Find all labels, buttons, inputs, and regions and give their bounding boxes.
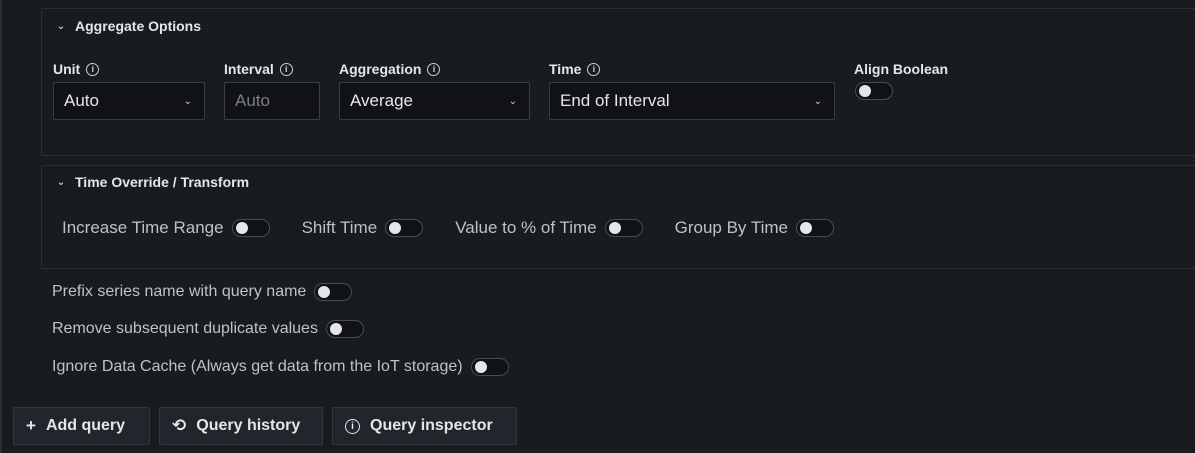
aggregation-select[interactable]: Average ⌄ — [339, 82, 530, 120]
group-by-time-label: Group By Time — [674, 218, 788, 237]
time-override-header[interactable]: ⌄ Time Override / Transform — [56, 174, 249, 190]
value-to-percent-label: Value to % of Time — [455, 218, 597, 237]
plus-icon: + — [26, 416, 36, 435]
shift-time-option: Shift Time — [302, 218, 424, 238]
align-boolean-label: Align Boolean — [854, 61, 948, 77]
chevron-down-icon: ⌄ — [183, 95, 192, 107]
query-inspector-label: Query inspector — [370, 417, 493, 434]
chevron-down-icon: ⌄ — [813, 95, 822, 107]
remove-duplicates-label: Remove subsequent duplicate values — [52, 320, 318, 337]
ignore-cache-label: Ignore Data Cache (Always get data from … — [52, 358, 463, 375]
aggregate-options-header[interactable]: ⌄ Aggregate Options — [56, 18, 201, 34]
time-select-value: End of Interval — [560, 91, 670, 110]
group-by-time-toggle[interactable] — [795, 219, 834, 237]
shift-time-toggle[interactable] — [385, 219, 424, 237]
increase-time-range-toggle[interactable] — [231, 219, 270, 237]
aggregation-label-text: Aggregation — [339, 61, 422, 77]
query-history-button[interactable]: ⟲ Query history — [159, 407, 323, 445]
unit-label-text: Unit — [53, 61, 81, 77]
interval-label: Interval i — [224, 61, 293, 77]
shift-time-label: Shift Time — [301, 218, 378, 237]
chevron-down-icon: ⌄ — [56, 20, 66, 32]
history-icon: ⟲ — [172, 416, 187, 435]
increase-time-range-label: Increase Time Range — [62, 218, 224, 237]
interval-input[interactable]: Auto — [224, 82, 320, 120]
chevron-down-icon: ⌄ — [56, 176, 66, 188]
info-icon[interactable]: i — [427, 62, 441, 76]
increase-time-range-option: Increase Time Range — [62, 218, 270, 238]
time-label-text: Time — [549, 61, 582, 77]
align-boolean-label-text: Align Boolean — [854, 61, 949, 77]
interval-label-text: Interval — [224, 61, 274, 77]
info-icon[interactable]: i — [86, 62, 100, 76]
time-override-title: Time Override / Transform — [75, 174, 250, 190]
query-inspector-button[interactable]: i Query inspector — [332, 407, 517, 445]
query-history-label: Query history — [196, 417, 301, 434]
info-icon[interactable]: i — [279, 62, 293, 76]
add-query-label: Add query — [45, 417, 126, 434]
unit-select-value: Auto — [64, 91, 99, 110]
time-label: Time i — [549, 61, 601, 77]
value-to-percent-toggle[interactable] — [604, 219, 643, 237]
align-boolean-toggle[interactable] — [855, 82, 893, 100]
remove-duplicates-option: Remove subsequent duplicate values — [52, 320, 364, 338]
value-to-percent-option: Value to % of Time — [455, 218, 643, 238]
interval-placeholder: Auto — [235, 91, 270, 110]
remove-duplicates-toggle[interactable] — [325, 320, 364, 338]
time-override-toggles: Increase Time Range Shift Time Value to … — [62, 218, 834, 238]
ignore-cache-option: Ignore Data Cache (Always get data from … — [52, 358, 509, 376]
ignore-cache-toggle[interactable] — [470, 358, 509, 376]
add-query-button[interactable]: + Add query — [13, 407, 150, 445]
info-icon[interactable]: i — [587, 62, 601, 76]
prefix-series-label: Prefix series name with query name — [52, 283, 307, 300]
prefix-series-option: Prefix series name with query name — [52, 283, 353, 301]
unit-label: Unit i — [53, 61, 100, 77]
aggregate-options-section: ⌄ Aggregate Options Unit i Auto ⌄ Interv… — [41, 8, 1195, 156]
info-icon: i — [345, 418, 360, 434]
group-by-time-option: Group By Time — [675, 218, 834, 238]
prefix-series-toggle[interactable] — [314, 283, 353, 301]
unit-select[interactable]: Auto ⌄ — [53, 82, 205, 120]
aggregation-select-value: Average — [350, 91, 414, 110]
time-override-section: ⌄ Time Override / Transform Increase Tim… — [41, 165, 1195, 269]
aggregation-label: Aggregation i — [339, 61, 441, 77]
chevron-down-icon: ⌄ — [508, 95, 517, 107]
aggregate-options-title: Aggregate Options — [75, 18, 202, 34]
time-select[interactable]: End of Interval ⌄ — [549, 82, 835, 120]
